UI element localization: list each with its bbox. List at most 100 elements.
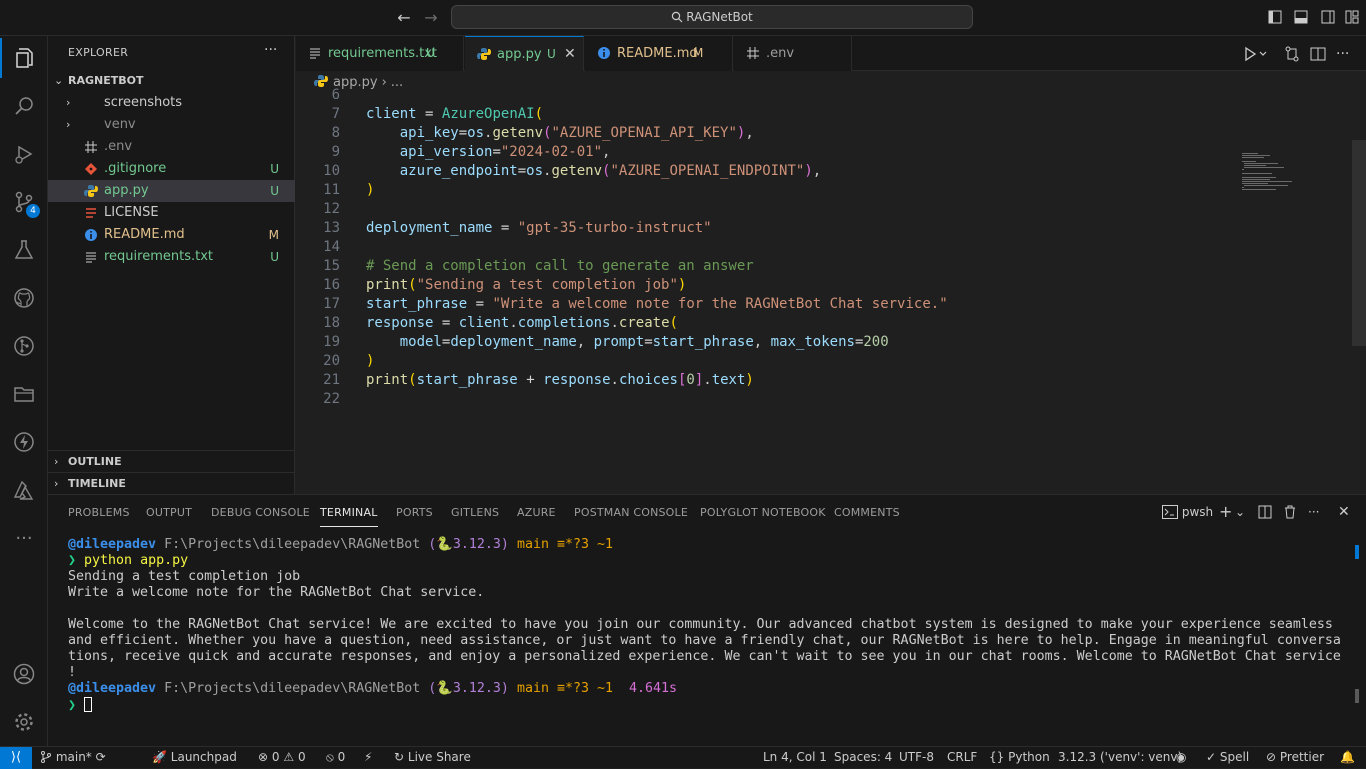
terminal-path: F:\Projects\dileepadev\RAGNetBot <box>164 537 421 552</box>
python-interpreter[interactable]: 3.12.3 ('venv': venv) <box>1058 747 1182 769</box>
encoding[interactable]: UTF-8 <box>899 747 934 769</box>
cursor-position[interactable]: Ln 4, Col 1 <box>763 747 827 769</box>
panel-tab-problems[interactable]: PROBLEMS <box>68 495 130 530</box>
terminal-elapsed-time: 4.641s <box>629 681 678 696</box>
panel-tab-terminal[interactable]: TERMINAL <box>320 498 378 527</box>
language-mode[interactable]: {} Python <box>989 747 1050 769</box>
breadcrumb-rest[interactable]: ... <box>391 75 403 90</box>
terminal-output-line: Welcome to the RAGNetBot Chat service! W… <box>68 617 1333 632</box>
file-tree-item[interactable]: README.md M <box>48 224 295 246</box>
settings-gear-icon[interactable] <box>0 702 48 742</box>
code-line: # Send a completion call to generate an … <box>366 258 754 274</box>
testing-flask-icon[interactable] <box>0 230 48 270</box>
trash-icon[interactable] <box>1283 504 1297 520</box>
back-arrow-icon[interactable]: ← <box>394 8 414 28</box>
forward-arrow-icon[interactable]: → <box>421 8 441 28</box>
prettier-status[interactable]: ⊘ Prettier <box>1266 747 1324 769</box>
file-tree-item[interactable]: requirements.txt U <box>48 246 295 268</box>
more-views-icon[interactable]: ··· <box>0 518 48 558</box>
folder-icon[interactable] <box>0 374 48 414</box>
workspace-root[interactable]: ⌄ RAGNETBOT <box>48 70 295 92</box>
git-status: U <box>270 250 279 264</box>
tab-requirements[interactable]: requirements.txt U <box>296 36 464 71</box>
problems-status[interactable]: ⊗ 0 ⚠ 0 <box>258 747 306 769</box>
line-number: 22 <box>323 391 340 407</box>
azure-icon[interactable] <box>0 470 48 510</box>
code-line: response = client.completions.create( <box>366 315 678 331</box>
gitlens-icon[interactable] <box>0 326 48 366</box>
more-actions-icon[interactable]: ··· <box>1308 504 1319 520</box>
tab-app-py[interactable]: app.py U ✕ <box>465 36 584 71</box>
terminal-profile[interactable]: pwsh <box>1162 504 1213 520</box>
compare-changes-icon[interactable] <box>1284 46 1300 62</box>
outline-section[interactable]: › OUTLINE <box>48 450 295 472</box>
panel-tab-debug-console[interactable]: DEBUG CONSOLE <box>211 495 310 530</box>
search-icon <box>672 11 683 23</box>
terminal-user: @dileepadev <box>68 537 157 552</box>
panel-tab-ports[interactable]: PORTS <box>396 495 433 530</box>
close-panel-icon[interactable]: ✕ <box>1338 504 1350 520</box>
minimap[interactable] <box>1240 152 1316 212</box>
notifications-bell-icon[interactable]: 🔔 <box>1340 747 1355 769</box>
chevron-down-icon[interactable]: ⌄ <box>1235 504 1245 520</box>
account-icon[interactable] <box>0 654 48 694</box>
terminal-output[interactable]: @dileepadev F:\Projects\dileepadev\RAGNe… <box>68 537 1358 713</box>
new-terminal-icon[interactable]: + <box>1219 504 1232 520</box>
split-editor-icon[interactable] <box>1310 46 1326 62</box>
run-python-icon[interactable] <box>1244 46 1268 62</box>
panel-tab-polyglot-notebook[interactable]: POLYGLOT NOTEBOOK <box>700 495 826 530</box>
line-number: 21 <box>323 372 340 388</box>
line-number: 11 <box>323 182 340 198</box>
file-name: requirements.txt <box>104 249 214 264</box>
file-tree-item[interactable]: › screenshots <box>48 92 295 114</box>
file-tree-item[interactable]: › venv <box>48 114 295 136</box>
source-control-icon[interactable]: 4 <box>0 182 48 222</box>
panel-tab-gitlens[interactable]: GITLENS <box>451 495 499 530</box>
copilot-icon[interactable]: ◉ <box>1176 747 1186 769</box>
rocket-icon: 🚀 <box>152 750 167 764</box>
editor-more-actions-icon[interactable]: ··· <box>1336 46 1349 62</box>
github-icon[interactable] <box>0 278 48 318</box>
breadcrumb-separator-icon: › <box>381 75 387 90</box>
explorer-icon[interactable] <box>0 38 48 78</box>
editor-scrollbar[interactable] <box>1352 140 1366 346</box>
file-tree-item[interactable]: app.py U <box>48 180 295 202</box>
code-editor[interactable]: 6 7 8 9 10 11 12 13 14 15 16 17 18 19 20… <box>296 87 1366 494</box>
tab-env[interactable]: .env <box>734 36 852 71</box>
run-debug-icon[interactable] <box>0 134 48 174</box>
panel-tab-output[interactable]: OUTPUT <box>146 495 192 530</box>
search-icon[interactable] <box>0 86 48 126</box>
terminal-scroll-marker <box>1355 689 1359 703</box>
toggle-panel-icon[interactable] <box>1294 10 1308 24</box>
close-tab-icon[interactable]: ✕ <box>564 37 576 72</box>
env-file-icon <box>85 141 97 153</box>
editor-area: requirements.txt U app.py U ✕ README.md … <box>296 36 1366 494</box>
live-share-label: Live Share <box>407 750 471 764</box>
indentation[interactable]: Spaces: 4 <box>834 747 892 769</box>
terminal-output-line: tions, receive quick and accurate respon… <box>68 649 1341 664</box>
file-tree-item[interactable]: .env <box>48 136 295 158</box>
remote-indicator-icon[interactable]: ⟩⟨ <box>0 747 32 769</box>
file-name: README.md <box>104 227 185 242</box>
git-branch-status[interactable]: main* ⟳ <box>40 747 106 769</box>
sparkle-icon[interactable]: ⚡ <box>364 747 372 769</box>
ports-status[interactable]: ⦸ 0 <box>326 747 345 769</box>
launchpad-status[interactable]: 🚀 Launchpad <box>152 747 237 769</box>
panel-tab-azure[interactable]: AZURE <box>517 495 556 530</box>
spell-status[interactable]: ✓ Spell <box>1206 747 1249 769</box>
command-center-search[interactable]: RAGNetBot <box>451 5 973 29</box>
file-tree-item[interactable]: .gitignore U <box>48 158 295 180</box>
panel-tab-comments[interactable]: COMMENTS <box>834 495 900 530</box>
explorer-more-actions[interactable]: ··· <box>264 42 277 58</box>
file-tree-item[interactable]: LICENSE <box>48 202 295 224</box>
tab-readme[interactable]: README.md M <box>585 36 733 71</box>
thunder-client-icon[interactable] <box>0 422 48 462</box>
panel-tab-postman-console[interactable]: POSTMAN CONSOLE <box>574 495 688 530</box>
live-share-status[interactable]: ↻ Live Share <box>394 747 471 769</box>
split-terminal-icon[interactable] <box>1258 504 1272 520</box>
timeline-section[interactable]: › TIMELINE <box>48 472 295 494</box>
toggle-sidebar-icon[interactable] <box>1268 10 1282 24</box>
toggle-secondary-sidebar-icon[interactable] <box>1321 10 1335 24</box>
end-of-line[interactable]: CRLF <box>947 747 977 769</box>
customize-layout-icon[interactable] <box>1345 10 1359 24</box>
